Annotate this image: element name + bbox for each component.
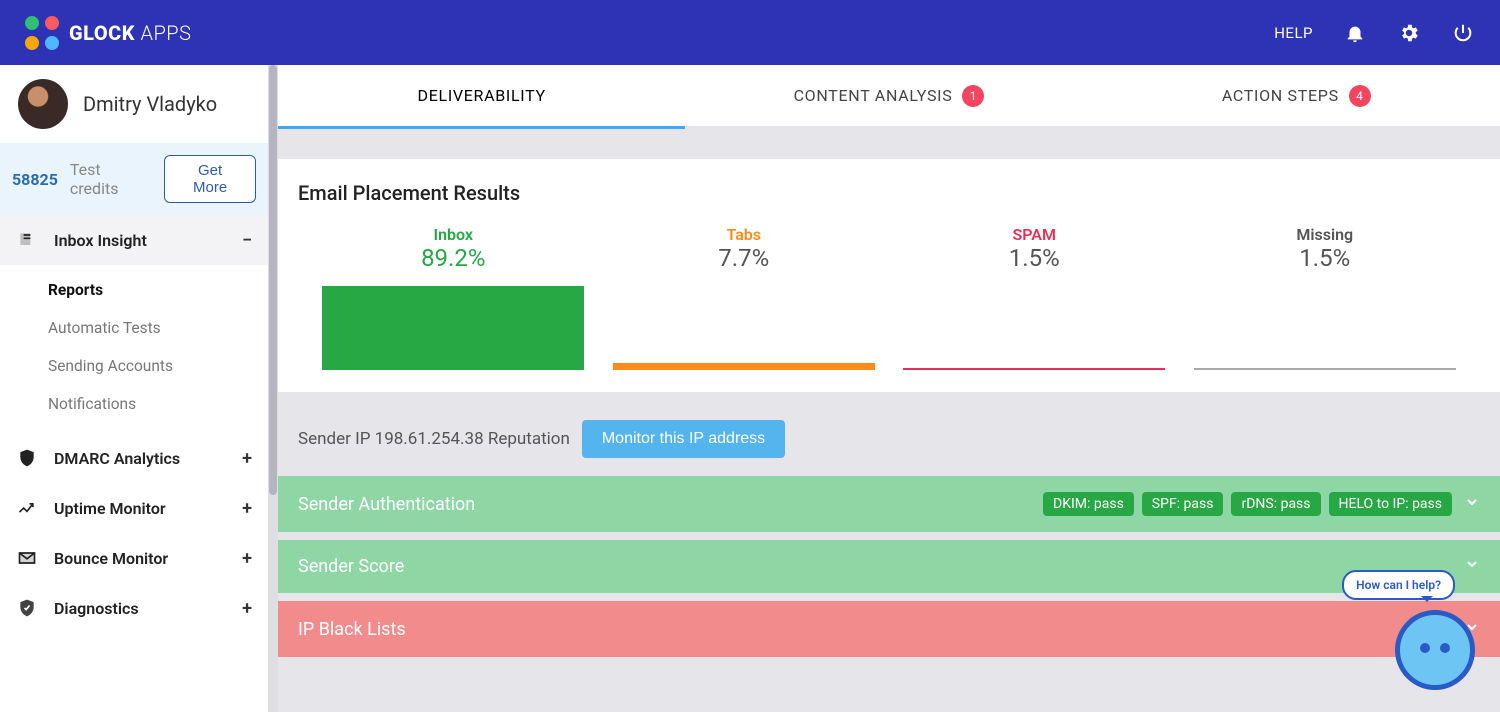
inbox-icon (16, 229, 38, 251)
accordion-badges: DKIM: pass SPF: pass rDNS: pass HELO to IP:… (1043, 492, 1452, 516)
gear-icon[interactable] (1397, 21, 1421, 45)
tab-badge: 4 (1349, 85, 1371, 107)
chart-bar-wrap (903, 276, 1165, 370)
expand-icon: + (242, 548, 252, 569)
logo-icon (25, 16, 59, 50)
sidebar: Dmitry Vladyko 58825 Test credits Get Mo… (0, 65, 268, 712)
sidebar-item-sending-accounts[interactable]: Sending Accounts (0, 347, 268, 385)
chevron-down-icon (1464, 494, 1480, 515)
chart-col-missing: Missing1.5% (1194, 225, 1456, 370)
help-speech-bubble: How can I help? (1342, 570, 1455, 600)
sidebar-group-inbox-insight[interactable]: Inbox Insight − (0, 215, 268, 265)
sidebar-group-label: Uptime Monitor (54, 499, 166, 518)
credits-label: Test credits (70, 160, 152, 198)
sidebar-group-bounce[interactable]: Bounce Monitor + (0, 533, 268, 583)
chart-bar (1194, 368, 1456, 370)
tab-content-analysis[interactable]: CONTENT ANALYSIS 1 (685, 65, 1092, 129)
chart-value: 7.7% (718, 244, 769, 272)
credits-bar: 58825 Test credits Get More (0, 143, 268, 215)
collapse-icon: − (242, 230, 252, 251)
chart-col-tabs: Tabs7.7% (613, 225, 875, 370)
sidebar-group-dmarc[interactable]: DMARC Analytics + (0, 433, 268, 483)
sidebar-group-label: DMARC Analytics (54, 449, 180, 468)
chart-value: 1.5% (1299, 244, 1350, 272)
ip-reputation-row: Sender IP 198.61.254.38 Reputation Monit… (278, 392, 1500, 468)
ip-label: Sender IP 198.61.254.38 Reputation (298, 429, 570, 449)
chart-bar-wrap (613, 276, 875, 370)
sidebar-item-notifications[interactable]: Notifications (0, 385, 268, 423)
sidebar-item-reports[interactable]: Reports (0, 271, 268, 309)
placement-chart: Inbox89.2%Tabs7.7%SPAM1.5%Missing1.5% (298, 215, 1480, 370)
brand-logo[interactable]: GLOCK APPS (25, 16, 191, 50)
help-link[interactable]: HELP (1274, 24, 1313, 42)
placement-results-card: Email Placement Results Inbox89.2%Tabs7.… (278, 159, 1500, 392)
sidebar-group-label: Diagnostics (54, 599, 139, 618)
shield-icon (16, 447, 38, 469)
get-more-button[interactable]: Get More (164, 155, 256, 203)
expand-icon: + (242, 498, 252, 519)
sidebar-group-diagnostics[interactable]: Diagnostics + (0, 583, 268, 633)
bell-icon[interactable] (1343, 21, 1367, 45)
sidebar-group-label: Bounce Monitor (54, 549, 168, 568)
trending-icon (16, 497, 38, 519)
expand-icon: + (242, 598, 252, 619)
brand-name: GLOCK APPS (69, 21, 191, 45)
sidebar-subnav-inbox: Reports Automatic Tests Sending Accounts… (0, 265, 268, 433)
tabs: DELIVERABILITY CONTENT ANALYSIS 1 ACTION… (278, 65, 1500, 129)
help-widget[interactable]: How can I help? (1385, 610, 1475, 700)
tab-label: CONTENT ANALYSIS (794, 86, 953, 105)
expand-icon: + (242, 448, 252, 469)
accordion-ip-black-lists[interactable]: IP Black ListsList (278, 601, 1500, 657)
profile-name: Dmitry Vladyko (83, 92, 217, 116)
accordion-sender-score[interactable]: Sender Score (278, 540, 1500, 593)
chevron-down-icon (1464, 556, 1480, 577)
power-icon[interactable] (1451, 21, 1475, 45)
status-badge: HELO to IP: pass (1329, 492, 1452, 516)
accordion-title: Sender Authentication (298, 494, 475, 515)
avatar (18, 79, 68, 129)
status-badge: rDNS: pass (1231, 492, 1320, 516)
chatbot-face-icon (1395, 610, 1475, 690)
main-content: DELIVERABILITY CONTENT ANALYSIS 1 ACTION… (278, 65, 1500, 712)
tab-label: DELIVERABILITY (418, 86, 546, 105)
status-badge: DKIM: pass (1043, 492, 1134, 516)
app-header: GLOCK APPS HELP (0, 0, 1500, 65)
profile-block[interactable]: Dmitry Vladyko (0, 65, 268, 143)
accordion-title: IP Black Lists (298, 619, 406, 640)
mail-icon (16, 547, 38, 569)
check-shield-icon (16, 597, 38, 619)
chart-col-inbox: Inbox89.2% (322, 225, 584, 370)
accordion-title: Sender Score (298, 556, 404, 577)
chart-bar-wrap (322, 276, 584, 370)
chart-bar-wrap (1194, 276, 1456, 370)
status-badge: SPF: pass (1142, 492, 1224, 516)
chart-value: 1.5% (1009, 244, 1060, 272)
tab-badge: 1 (962, 85, 984, 107)
sidebar-item-automatic-tests[interactable]: Automatic Tests (0, 309, 268, 347)
chart-bar (322, 286, 584, 370)
tab-label: ACTION STEPS (1222, 86, 1339, 105)
card-title: Email Placement Results (298, 181, 1480, 205)
monitor-ip-button[interactable]: Monitor this IP address (582, 420, 785, 458)
sidebar-group-uptime[interactable]: Uptime Monitor + (0, 483, 268, 533)
credits-count: 58825 (12, 170, 58, 189)
chart-bar (613, 363, 875, 370)
tab-action-steps[interactable]: ACTION STEPS 4 (1093, 65, 1500, 129)
tab-deliverability[interactable]: DELIVERABILITY (278, 65, 685, 129)
chart-value: 89.2% (421, 244, 485, 272)
scroll-indicator[interactable] (268, 65, 278, 712)
chart-col-spam: SPAM1.5% (903, 225, 1165, 370)
sidebar-group-label: Inbox Insight (54, 231, 147, 250)
chart-category-label: Missing (1296, 225, 1353, 244)
accordion-sender-authentication[interactable]: Sender Authentication DKIM: pass SPF: pass… (278, 476, 1500, 532)
chart-category-label: SPAM (1013, 225, 1056, 244)
chart-category-label: Tabs (726, 225, 761, 244)
chart-bar (903, 368, 1165, 370)
chart-category-label: Inbox (433, 225, 473, 244)
